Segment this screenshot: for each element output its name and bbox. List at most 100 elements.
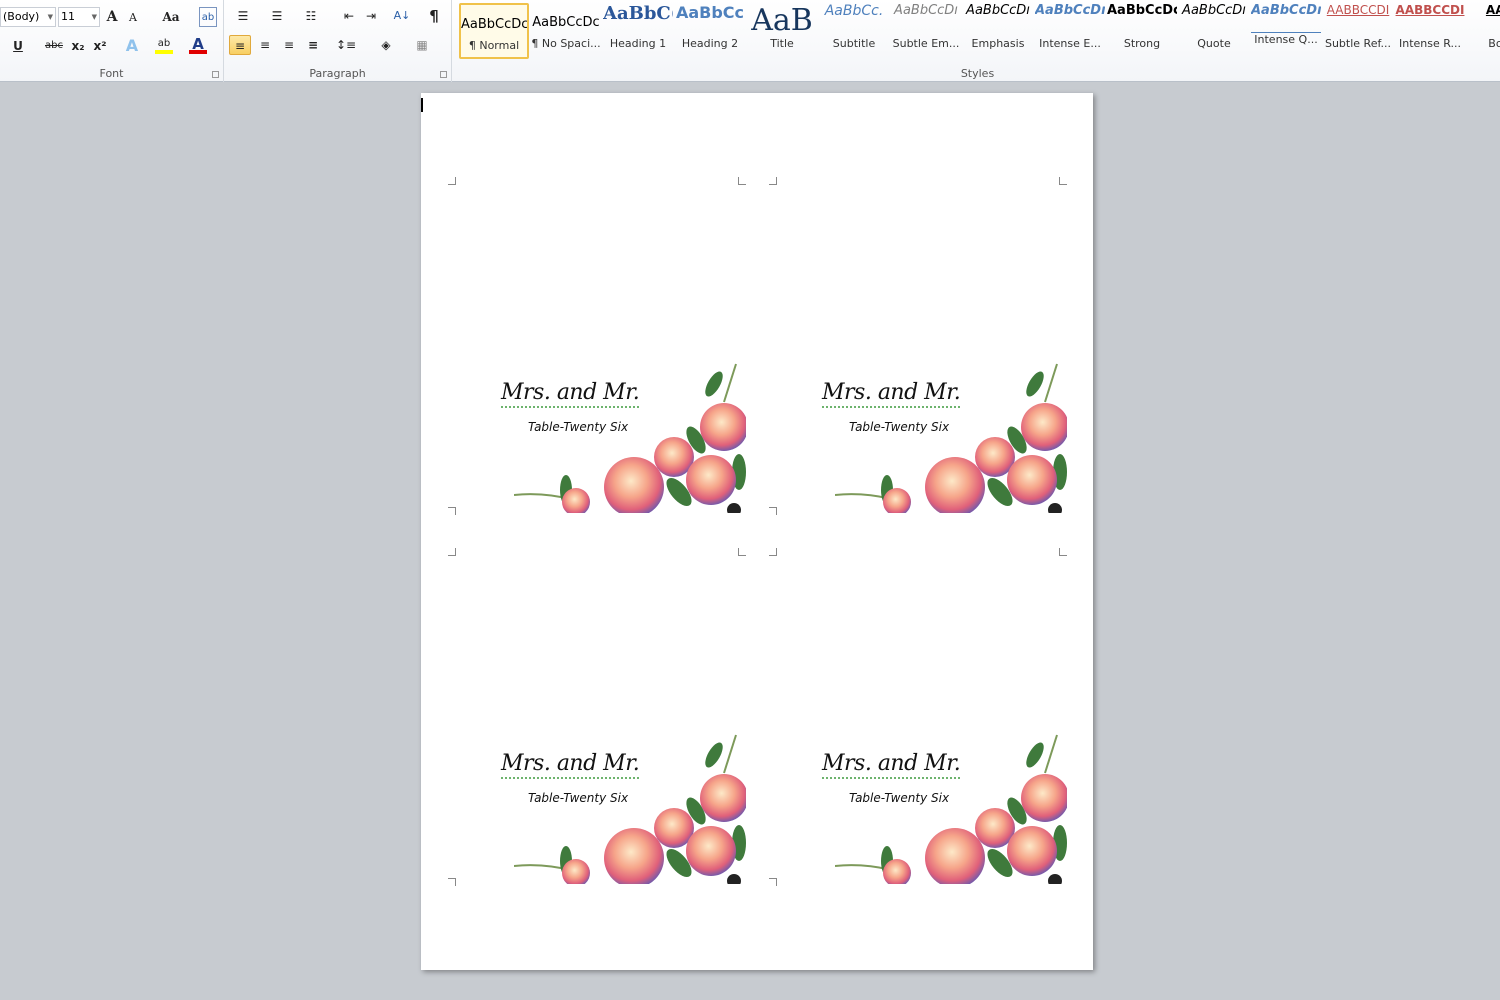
crop-mark bbox=[769, 507, 777, 515]
style-name: Book bbox=[1488, 37, 1500, 50]
align-left-button[interactable]: ≡ bbox=[229, 35, 251, 55]
style-preview: AaBbCcDc bbox=[1107, 3, 1177, 18]
subscript-button[interactable]: x₂ bbox=[70, 36, 86, 56]
font-color-button[interactable]: A bbox=[189, 34, 207, 54]
leaf bbox=[1026, 371, 1044, 397]
place-card[interactable]: Mrs. and Mr. Table-Twenty Six bbox=[769, 177, 1069, 517]
line-spacing-button[interactable]: ↕≡ bbox=[334, 35, 358, 55]
style-name: Heading 2 bbox=[681, 37, 739, 50]
styles-group-label: Styles bbox=[960, 67, 995, 80]
underline-button[interactable]: U bbox=[10, 36, 26, 56]
font-group: (Body) ▼ 11 ▼ A A Aa ab U abc x₂ x² A ab A… bbox=[0, 0, 224, 82]
style-heading-1[interactable]: AaBbC(Heading 1 bbox=[603, 3, 673, 59]
change-case-button[interactable]: Aa bbox=[158, 7, 184, 27]
style-preview: AaBbCcDı bbox=[1035, 3, 1105, 18]
style-normal[interactable]: AaBbCcDc ¶ Normal bbox=[459, 3, 529, 59]
style-intense-e[interactable]: AaBbCcDı Intense E... bbox=[1035, 3, 1105, 59]
place-card[interactable]: Mrs. and Mr. Table-Twenty Six bbox=[769, 548, 1069, 888]
justify-button[interactable]: ≡ bbox=[302, 35, 324, 55]
highlight-button[interactable]: ab bbox=[155, 34, 173, 54]
document-page[interactable]: Mrs. and Mr. Table-Twenty Six Mrs. and M… bbox=[421, 93, 1093, 970]
style-emphasis[interactable]: AaBbCcDı Emphasis bbox=[963, 3, 1033, 59]
font-dialog-launcher[interactable] bbox=[212, 71, 219, 78]
guest-name: Mrs. and Mr. bbox=[822, 380, 961, 408]
style-preview: AaBbCc bbox=[675, 3, 745, 22]
decrease-indent-button[interactable]: ⇤ bbox=[340, 6, 358, 26]
crop-mark bbox=[1059, 548, 1067, 556]
style-quote[interactable]: AaBbCcDı Quote bbox=[1179, 3, 1249, 59]
style-name: Heading 1 bbox=[609, 37, 667, 50]
crop-mark bbox=[769, 177, 777, 185]
table-number: Table-Twenty Six bbox=[528, 420, 629, 434]
align-right-button[interactable]: ≡ bbox=[278, 35, 300, 55]
style-name: Title bbox=[770, 37, 794, 50]
crop-mark bbox=[769, 878, 777, 886]
guest-name: Mrs. and Mr. bbox=[501, 751, 640, 779]
paragraph-group-label: Paragraph bbox=[309, 67, 366, 80]
style-title[interactable]: AaB Title bbox=[747, 3, 817, 59]
leaf bbox=[1026, 742, 1044, 768]
style-preview: AABBCCDI bbox=[1395, 3, 1465, 17]
style-intense-q[interactable]: AaBbCcDı Intense Q... bbox=[1251, 3, 1321, 59]
style-preview: AaBbCcDı bbox=[1182, 3, 1246, 18]
style-preview: AaBbCc. bbox=[824, 3, 884, 19]
crop-mark bbox=[448, 507, 456, 515]
style-name: Subtitle bbox=[832, 37, 876, 50]
bullets-button[interactable]: ☰ bbox=[232, 6, 254, 26]
shading-button[interactable]: ◈ bbox=[374, 35, 398, 55]
crop-mark bbox=[448, 548, 456, 556]
crop-mark bbox=[738, 548, 746, 556]
style-name: Intense Q... bbox=[1254, 33, 1318, 46]
style-preview: AaBbCcDı bbox=[1251, 3, 1321, 33]
increase-indent-button[interactable]: ⇥ bbox=[362, 6, 380, 26]
align-center-button[interactable]: ≡ bbox=[254, 35, 276, 55]
style-name: Emphasis bbox=[971, 37, 1025, 50]
style-preview: AaBbCcDc bbox=[461, 17, 527, 32]
crop-mark bbox=[738, 177, 746, 185]
style-subtle-em[interactable]: AaBbCcDı Subtle Em... bbox=[891, 3, 961, 59]
grow-font-button[interactable]: A bbox=[104, 7, 120, 27]
style-name: Subtle Em... bbox=[892, 37, 960, 50]
place-card[interactable]: Mrs. and Mr. Table-Twenty Six bbox=[448, 177, 748, 517]
style-heading-2[interactable]: AaBbCc Heading 2 bbox=[675, 3, 745, 59]
style-name: Intense R... bbox=[1398, 37, 1461, 50]
show-marks-button[interactable]: ¶ bbox=[426, 6, 442, 26]
paragraph-dialog-launcher[interactable] bbox=[440, 71, 447, 78]
crop-mark bbox=[1059, 177, 1067, 185]
style-intense-r[interactable]: AABBCCDI Intense R... bbox=[1395, 3, 1465, 59]
style-subtle-ref[interactable]: AABBCCDI Subtle Ref... bbox=[1323, 3, 1393, 59]
style-strong[interactable]: AaBbCcDc Strong bbox=[1107, 3, 1177, 59]
numbering-button[interactable]: ☰ bbox=[266, 6, 288, 26]
superscript-button[interactable]: x² bbox=[92, 36, 108, 56]
style-name: Intense E... bbox=[1039, 37, 1101, 50]
style-preview: AABI bbox=[1485, 3, 1500, 17]
sort-button[interactable]: A↓ bbox=[392, 6, 412, 26]
font-name-combo[interactable]: (Body) ▼ bbox=[0, 7, 56, 27]
clear-formatting-icon[interactable]: ab bbox=[199, 7, 217, 27]
style-subtitle[interactable]: AaBbCc. Subtitle bbox=[819, 3, 889, 59]
place-card[interactable]: Mrs. and Mr. Table-Twenty Six bbox=[448, 548, 748, 888]
paragraph-group: ☰ ☰ ☷ ⇤ ⇥ A↓ ¶ ≡ ≡ ≡ ≡ ↕≡ ◈ ▦ Paragraph bbox=[224, 0, 452, 82]
style-preview: AaBbCcDı bbox=[966, 3, 1030, 18]
style-preview: AaB bbox=[751, 3, 813, 37]
style-name: ¶ Normal bbox=[468, 39, 520, 52]
style-no-spaci[interactable]: AaBbCcDc ¶ No Spaci... bbox=[531, 3, 601, 59]
style-book[interactable]: AABI Book bbox=[1467, 3, 1500, 59]
guest-name: Mrs. and Mr. bbox=[822, 751, 961, 779]
styles-group: AaBbCcDc ¶ Normal AaBbCcDc ¶ No Spaci... AaB… bbox=[455, 0, 1500, 82]
table-number: Table-Twenty Six bbox=[849, 420, 950, 434]
style-name: Strong bbox=[1123, 37, 1161, 50]
font-group-label: Font bbox=[99, 67, 124, 80]
shrink-font-button[interactable]: A bbox=[126, 8, 140, 28]
style-name: Subtle Ref... bbox=[1324, 37, 1392, 50]
crop-mark bbox=[448, 177, 456, 185]
table-number: Table-Twenty Six bbox=[528, 791, 629, 805]
font-size-combo[interactable]: 11 ▼ bbox=[58, 7, 100, 27]
crop-mark bbox=[448, 878, 456, 886]
leaf bbox=[705, 742, 723, 768]
strikethrough-button[interactable]: abc bbox=[44, 36, 64, 56]
text-effects-button[interactable]: A bbox=[124, 36, 140, 56]
borders-button[interactable]: ▦ bbox=[410, 35, 434, 55]
style-preview: AaBbCcDı bbox=[894, 3, 958, 18]
multilevel-list-button[interactable]: ☷ bbox=[300, 6, 322, 26]
